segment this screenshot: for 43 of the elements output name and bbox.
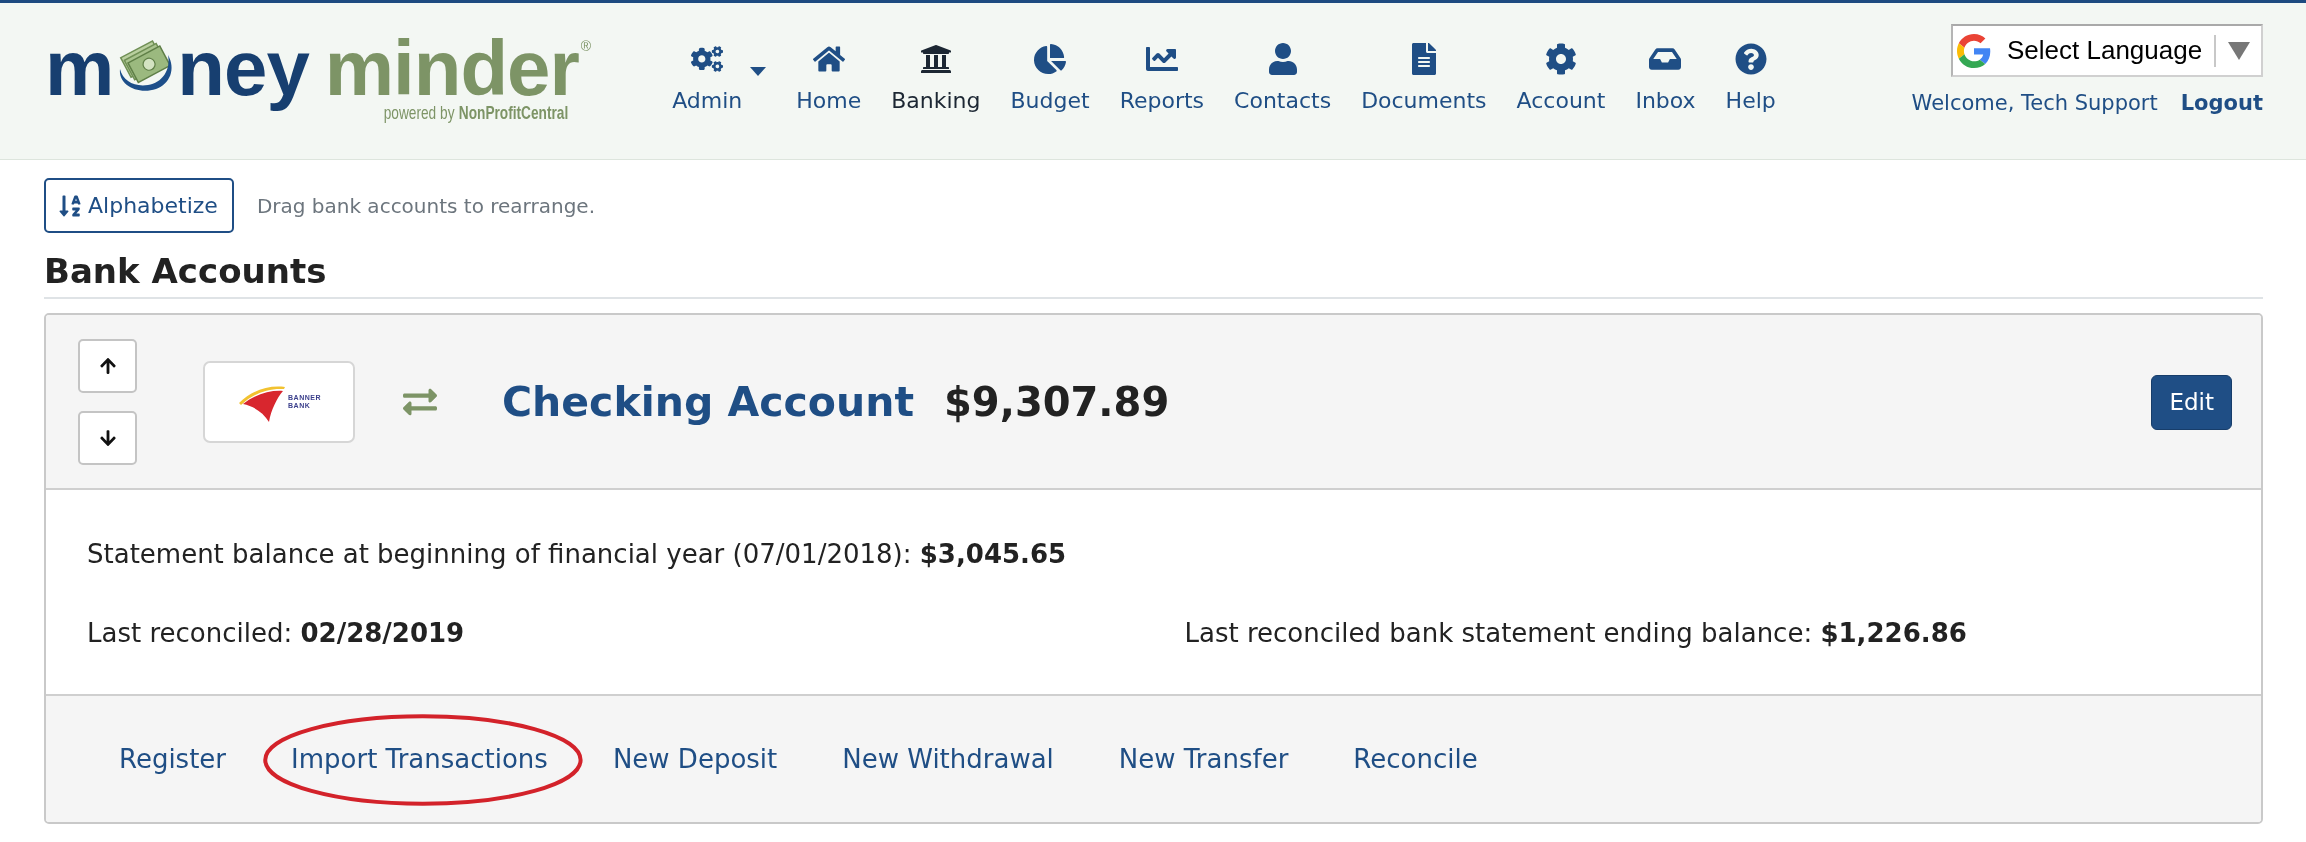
- nav-link[interactable]: Home: [796, 43, 862, 114]
- help-icon: [1734, 43, 1767, 75]
- detail-text: Statement balance at beginning of financial year (07/01/2018): $3,045.65: [87, 538, 1067, 571]
- logout-link[interactable]: Logout: [2180, 90, 2263, 116]
- arrow-down-icon: [98, 429, 117, 447]
- move-down-button[interactable]: [78, 411, 137, 465]
- bank-building-icon: [919, 43, 952, 75]
- pie-chart-icon: [1034, 43, 1067, 75]
- gears-icon: [691, 43, 724, 75]
- person-icon: [1266, 43, 1299, 75]
- letter-g-icon: [1957, 33, 1991, 68]
- nav-link[interactable]: Reports: [1119, 43, 1205, 114]
- caret-icon[interactable]: [750, 67, 767, 76]
- nav-link[interactable]: Documents: [1361, 43, 1487, 114]
- detail-text: Last reconciled bank statement ending balance: $1,226.86: [1184, 617, 1967, 650]
- action-link[interactable]: Reconcile: [1353, 741, 1478, 777]
- nav-link[interactable]: Inbox: [1635, 43, 1696, 114]
- sort-icon: [58, 193, 82, 218]
- action-link[interactable]: New Transfer: [1118, 741, 1289, 777]
- welcome-text: Welcome, Tech Support: [1911, 90, 2158, 116]
- nav-link[interactable]: Budget: [1010, 43, 1090, 114]
- page-heading: Bank Accounts: [44, 251, 327, 291]
- caret-icon: [2228, 41, 2251, 60]
- gear-icon: [1544, 43, 1577, 75]
- nav-link[interactable]: Admin: [672, 43, 743, 114]
- nav-link[interactable]: Account: [1516, 43, 1606, 114]
- arrow-up-icon: [98, 357, 117, 375]
- alphabetize-button[interactable]: Alphabetize: [44, 178, 234, 233]
- logo-text: m: [45, 29, 114, 107]
- nav-link[interactable]: Contacts: [1234, 43, 1332, 114]
- account-balance: $9,307.89: [944, 378, 1170, 427]
- account-name: Checking Account: [502, 377, 914, 427]
- nav-link[interactable]: Banking: [891, 43, 981, 114]
- hint-text: Drag bank accounts to rearrange.: [256, 193, 595, 218]
- action-link[interactable]: Register: [119, 741, 227, 777]
- registered-mark: ®: [580, 39, 591, 53]
- nav-link[interactable]: Help: [1725, 43, 1776, 114]
- action-link[interactable]: New Withdrawal: [842, 741, 1054, 777]
- edit-button[interactable]: Edit: [2151, 374, 2232, 430]
- detail-text: Last reconciled: 02/28/2019: [87, 617, 465, 650]
- move-up-button[interactable]: [78, 339, 137, 393]
- language-select[interactable]: Select Language: [1951, 24, 2263, 77]
- action-link[interactable]: New Deposit: [612, 741, 778, 777]
